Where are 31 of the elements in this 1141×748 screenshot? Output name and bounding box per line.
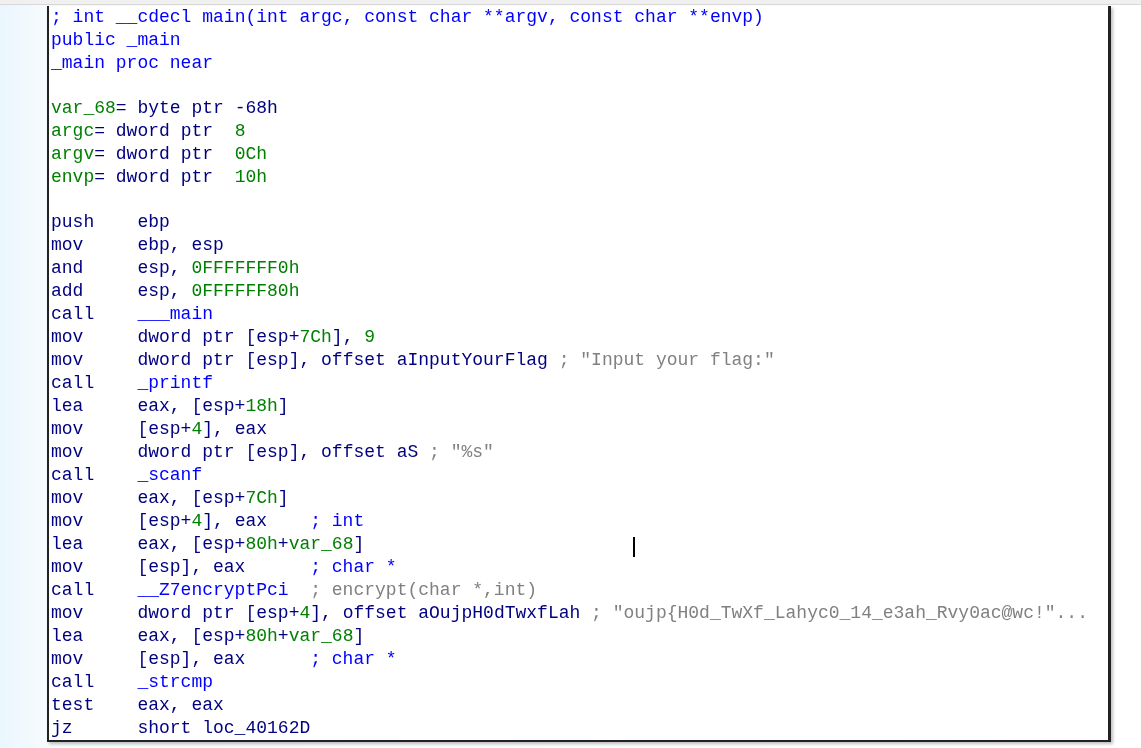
asm-instruction: lea eax, [esp+18h]: [51, 395, 290, 418]
asm-directive: public _main: [51, 29, 181, 52]
asm-directive: _main proc near: [51, 52, 214, 75]
asm-instruction: mov dword ptr [esp+7Ch], 9: [51, 326, 376, 349]
stack-variable-line: envp= dword ptr 10h: [51, 166, 268, 189]
asm-directive: ; int __cdecl main(int argc, const char **argv, const char **envp): [51, 6, 764, 29]
asm-instruction: and esp, 0FFFFFFF0h: [51, 257, 300, 280]
stack-variable-line: var_68= byte ptr -68h: [51, 97, 278, 120]
asm-instruction: mov dword ptr [esp+4], offset aOujpH0dTwxfLah ; "oujp{H0d_TwXf_Lahyc0_14_e3ah_Rvy0ac@wc!"...: [51, 602, 1088, 625]
asm-instruction: mov [esp+4], eax: [51, 418, 269, 441]
asm-instruction: jz short loc_40162D: [51, 717, 311, 740]
text-cursor-icon: [633, 537, 635, 557]
asm-instruction: push ebp: [51, 211, 171, 234]
asm-instruction: call __Z7encryptPci ; encrypt(char *,int): [51, 579, 538, 602]
asm-instruction: mov dword ptr [esp], offset aInputYourFlag ; "Input your flag:": [51, 349, 775, 372]
asm-instruction: mov eax, [esp+7Ch]: [51, 487, 290, 510]
asm-instruction: add esp, 0FFFFFF80h: [51, 280, 300, 303]
stack-variable-line: argv= dword ptr 0Ch: [51, 143, 268, 166]
asm-instruction: call _printf: [51, 372, 215, 395]
asm-instruction: test eax, eax: [51, 694, 225, 717]
asm-instruction: mov [esp], eax ; char *: [51, 556, 397, 579]
stack-variable-line: argc= dword ptr 8: [51, 120, 246, 143]
asm-instruction: lea eax, [esp+80h+var_68]: [51, 533, 365, 556]
asm-instruction: mov ebp, esp: [51, 234, 225, 257]
asm-instruction: mov dword ptr [esp], offset aS ; "%s": [51, 441, 494, 464]
asm-instruction: mov [esp+4], eax ; int: [51, 510, 365, 533]
asm-instruction: call _strcmp: [51, 671, 215, 694]
asm-instruction: call ___main: [51, 303, 215, 326]
asm-instruction: mov [esp], eax ; char *: [51, 648, 397, 671]
asm-instruction: lea eax, [esp+80h+var_68]: [51, 625, 365, 648]
asm-instruction: call _scanf: [51, 464, 204, 487]
